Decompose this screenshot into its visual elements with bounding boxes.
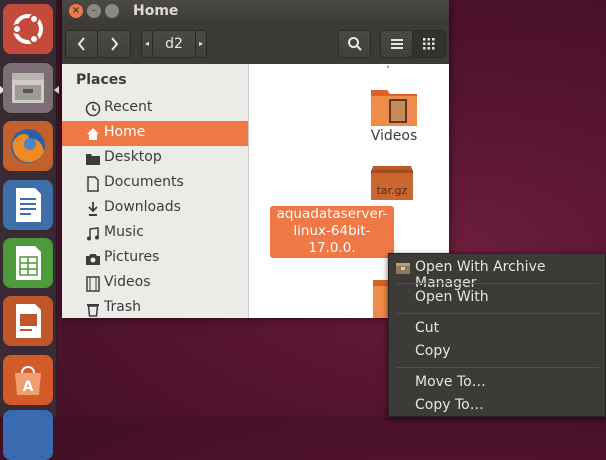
- impress-icon[interactable]: [3, 296, 53, 346]
- document-icon: [87, 176, 99, 192]
- focused-indicator: [54, 86, 59, 94]
- sidebar-item-label: Documents: [104, 174, 184, 190]
- selected-file-label[interactable]: aquadataserver- linux-64bit-17.0.0. tar.…: [270, 206, 394, 273]
- sidebar-item-trash[interactable]: Trash: [62, 296, 248, 318]
- list-view-button[interactable]: [380, 30, 413, 58]
- back-button[interactable]: [65, 30, 98, 58]
- videos-folder-icon: [371, 90, 417, 126]
- archive-manager-icon: [396, 263, 410, 274]
- grid-icon: [423, 38, 435, 50]
- path-scroll-right[interactable]: ▸: [195, 30, 207, 58]
- menu-item-open-with-archive-manager[interactable]: Open With Archive Manager: [415, 259, 605, 291]
- grid-view-button[interactable]: [412, 30, 446, 58]
- sidebar-item-pictures[interactable]: Pictures: [62, 246, 248, 271]
- archive-badge: tar.gz: [376, 184, 408, 197]
- partial-item-label: ·: [386, 60, 390, 74]
- sidebar-heading: Places: [76, 72, 127, 88]
- files-icon[interactable]: [3, 63, 53, 113]
- launcher-item-partial[interactable]: [3, 410, 53, 460]
- ubuntu-dash-icon[interactable]: [3, 4, 53, 54]
- sidebar-item-downloads[interactable]: Downloads: [62, 196, 248, 221]
- file-name-line: aquadataserver-: [276, 206, 388, 222]
- toolbar: ◂ d2 ▸: [62, 24, 449, 64]
- search-icon: [347, 37, 362, 51]
- film-icon: [86, 276, 100, 292]
- firefox-icon[interactable]: [3, 121, 53, 171]
- home-icon: [87, 128, 99, 140]
- sidebar-item-label: Trash: [104, 299, 141, 315]
- file-item-videos[interactable]: [369, 86, 419, 128]
- path-segment-button[interactable]: d2: [152, 30, 196, 58]
- title-bar[interactable]: × – Home: [62, 0, 449, 24]
- sidebar-item-documents[interactable]: Documents: [62, 171, 248, 196]
- sidebar-item-label: Home: [104, 124, 146, 140]
- close-icon[interactable]: ×: [69, 4, 83, 18]
- software-center-icon[interactable]: A: [3, 355, 53, 405]
- sidebar-item-label: Desktop: [104, 149, 162, 165]
- minimize-icon[interactable]: –: [87, 4, 101, 18]
- places-sidebar: Places Recent Home Desktop Documents Dow…: [62, 64, 249, 318]
- menu-item-cut[interactable]: Cut: [415, 320, 439, 336]
- sidebar-item-label: Music: [104, 224, 144, 240]
- trash-icon: [87, 304, 99, 317]
- forward-button[interactable]: [97, 30, 131, 58]
- sidebar-item-home[interactable]: Home: [62, 121, 248, 146]
- menu-item-open-with[interactable]: Open With: [415, 289, 489, 305]
- sidebar-item-music[interactable]: Music: [62, 221, 248, 246]
- chevron-right-icon: [111, 37, 119, 51]
- menu-separator: [397, 367, 599, 368]
- sidebar-item-label: Recent: [104, 99, 153, 115]
- sidebar-item-videos[interactable]: Videos: [62, 271, 248, 296]
- sidebar-item-desktop[interactable]: Desktop: [62, 146, 248, 171]
- sidebar-item-recent[interactable]: Recent: [62, 96, 248, 121]
- window-title: Home: [133, 3, 179, 19]
- file-name-line: linux-64bit-17.0.0.: [293, 223, 371, 256]
- menu-item-copy-to[interactable]: Copy To…: [415, 397, 484, 413]
- file-item-label: Videos: [370, 128, 418, 144]
- sidebar-item-label: Pictures: [104, 249, 160, 265]
- maximize-icon[interactable]: [105, 4, 119, 18]
- camera-icon: [86, 254, 100, 265]
- file-item-archive[interactable]: tar.gz: [369, 162, 415, 202]
- menu-separator: [397, 313, 599, 314]
- svg-text:A: A: [23, 379, 34, 395]
- writer-icon[interactable]: [3, 180, 53, 230]
- sidebar-item-label: Videos: [104, 274, 151, 290]
- clock-icon: [85, 101, 101, 117]
- launcher: A: [0, 0, 59, 460]
- context-menu: Open With Archive Manager Open With Cut …: [388, 253, 606, 417]
- calc-icon[interactable]: [3, 238, 53, 288]
- sidebar-item-label: Downloads: [104, 199, 181, 215]
- menu-item-move-to[interactable]: Move To…: [415, 374, 486, 390]
- download-icon: [88, 202, 98, 216]
- list-icon: [390, 39, 403, 49]
- music-icon: [87, 227, 99, 241]
- menu-separator: [397, 283, 599, 284]
- menu-item-copy[interactable]: Copy: [415, 343, 451, 359]
- folder-icon: [86, 154, 100, 165]
- search-button[interactable]: [338, 30, 371, 58]
- chevron-left-icon: [77, 37, 85, 51]
- file-name-line: tar.gz: [313, 257, 351, 273]
